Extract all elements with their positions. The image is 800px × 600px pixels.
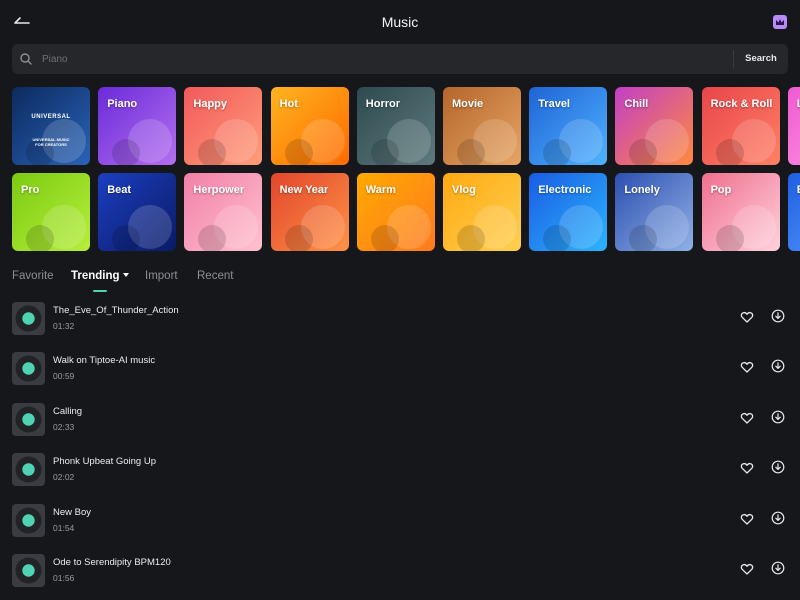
genre-label: Travel: [538, 98, 570, 110]
chevron-down-icon: [122, 273, 129, 277]
genre-tile-beat[interactable]: Beat: [98, 173, 177, 251]
crown-icon: [776, 19, 784, 25]
vinyl-record-icon: [15, 507, 42, 534]
search-icon: [20, 53, 32, 65]
download-icon[interactable]: [771, 511, 785, 525]
track-title: Phonk Upbeat Going Up: [53, 456, 156, 468]
track-title: New Boy: [53, 506, 92, 518]
track-row[interactable]: Calling 02:33: [0, 397, 800, 443]
genre-tile-pro[interactable]: Pro: [12, 173, 90, 251]
tab-recent[interactable]: Recent: [197, 270, 233, 282]
genre-label: Horror: [365, 98, 401, 110]
genre-label: Vlog: [452, 184, 476, 196]
track-duration: 02:33: [53, 421, 75, 432]
download-icon[interactable]: [771, 460, 785, 474]
track-thumbnail: [12, 453, 45, 487]
genre-tile-travel[interactable]: Travel: [529, 87, 608, 165]
track-title: Walk on Tiptoe-AI music: [53, 355, 156, 367]
track-thumbnail: [12, 352, 45, 386]
heart-icon[interactable]: [740, 411, 754, 425]
tab-favorite[interactable]: Favorite: [12, 270, 54, 282]
genre-label: Lonely: [624, 184, 660, 196]
genre-label: Warm: [365, 184, 396, 196]
genre-label: Chill: [624, 98, 649, 110]
genre-tile-horror[interactable]: Horror: [356, 87, 435, 165]
genre-tile-lonely[interactable]: Lonely: [615, 173, 694, 251]
track-row[interactable]: Walk on Tiptoe-AI music 00:59: [0, 346, 800, 392]
genre-grid: UNIVERSAL UNIVERSAL MUSIC FOR CREATORS Pian…: [0, 85, 800, 253]
heart-icon[interactable]: [740, 310, 754, 324]
genre-tile-rock-roll[interactable]: Rock & Roll: [701, 87, 780, 165]
track-duration: 00:59: [53, 371, 75, 382]
download-icon[interactable]: [771, 359, 785, 373]
track-thumbnail: [12, 503, 45, 537]
download-icon[interactable]: [771, 561, 785, 575]
genre-tile-electronic[interactable]: Electronic: [529, 173, 608, 251]
track-duration: 01:32: [53, 321, 75, 331]
track-title: Ode to Serendipity BPM120: [53, 557, 171, 568]
search-button[interactable]: Search: [734, 44, 788, 74]
universal-subtitle: UNIVERSAL MUSIC FOR CREATORS: [12, 137, 90, 147]
genre-label: Piano: [107, 98, 138, 110]
tab-trending-label: Trending: [71, 270, 120, 282]
genre-tile-warm[interactable]: Warm: [356, 173, 435, 251]
track-row[interactable]: The_Eve_Of_Thunder_Action 01:32: [0, 296, 800, 342]
genre-label: Pro: [21, 184, 40, 196]
genre-tile-piano[interactable]: Piano: [98, 87, 177, 165]
track-thumbnail: [12, 302, 45, 335]
genre-tile-blues[interactable]: Blues: [787, 173, 800, 251]
universal-logo: UNIVERSAL: [31, 114, 71, 120]
heart-icon[interactable]: [740, 360, 754, 374]
download-icon[interactable]: [771, 309, 785, 323]
active-tab-indicator: [93, 290, 107, 292]
genre-tile-happy[interactable]: Happy: [184, 87, 263, 165]
tab-trending[interactable]: Trending: [71, 270, 129, 282]
genre-tile-universal[interactable]: UNIVERSAL UNIVERSAL MUSIC FOR CREATORS: [12, 87, 90, 165]
tab-import[interactable]: Import: [145, 270, 178, 282]
genre-tile-hot[interactable]: Hot: [270, 87, 349, 165]
genre-label: New Year: [279, 184, 329, 196]
genre-tile-movie[interactable]: Movie: [443, 87, 521, 165]
genre-label: Pop: [710, 184, 732, 196]
search-bar: Search: [12, 44, 788, 74]
genre-label: Hot: [279, 98, 298, 110]
track-duration: 01:56: [53, 573, 75, 583]
download-icon[interactable]: [771, 410, 785, 424]
track-row[interactable]: New Boy 01:54: [0, 498, 800, 544]
genre-tile-chill[interactable]: Chill: [615, 87, 694, 165]
genre-label: Rock & Roll: [710, 98, 773, 110]
genre-tile-herpower[interactable]: Herpower: [184, 173, 263, 251]
genre-artwork: [26, 119, 86, 165]
genre-label: Happy: [193, 98, 228, 110]
heart-icon[interactable]: [740, 562, 754, 576]
vinyl-record-icon: [15, 557, 42, 584]
track-title: The_Eve_Of_Thunder_Action: [53, 305, 179, 316]
genre-tile-new-year[interactable]: New Year: [270, 173, 349, 251]
search-input[interactable]: [42, 44, 732, 74]
heart-icon[interactable]: [740, 461, 754, 475]
track-thumbnail: [12, 402, 45, 436]
vinyl-record-icon: [15, 355, 42, 382]
genre-label: Movie: [452, 98, 484, 110]
track-row[interactable]: Ode to Serendipity BPM120 01:56: [0, 548, 800, 594]
track-duration: 01:54: [53, 522, 75, 533]
universal-subtitle-line: FOR CREATORS: [35, 142, 67, 147]
genre-tile-pop[interactable]: Pop: [701, 173, 780, 251]
track-row[interactable]: Phonk Upbeat Going Up 02:02: [0, 447, 800, 493]
vinyl-record-icon: [15, 305, 42, 332]
top-bar: Music: [0, 0, 800, 44]
track-title: Calling: [53, 405, 83, 417]
genre-label: Beat: [107, 184, 132, 196]
genre-tile-lo-fi[interactable]: Lo-fi: [787, 87, 800, 165]
heart-icon[interactable]: [740, 512, 754, 526]
genre-tile-vlog[interactable]: Vlog: [443, 173, 521, 251]
page-title: Music: [381, 14, 419, 30]
genre-label: Electronic: [538, 184, 592, 196]
vinyl-record-icon: [15, 406, 42, 433]
genre-label: Herpower: [193, 184, 245, 196]
track-duration: 02:02: [53, 472, 75, 483]
track-thumbnail: [12, 554, 45, 587]
premium-button[interactable]: [773, 15, 787, 29]
vinyl-record-icon: [15, 456, 42, 483]
